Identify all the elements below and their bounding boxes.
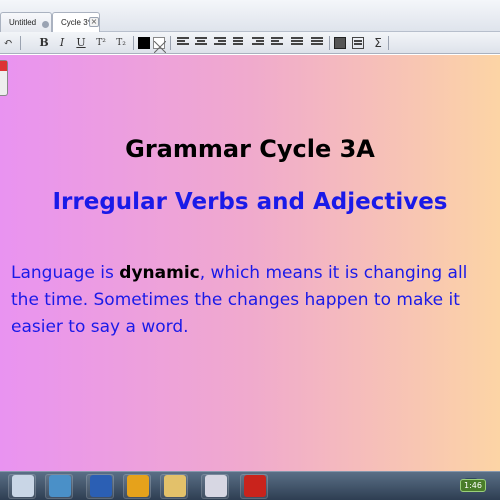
body-bold-word: dynamic	[119, 263, 200, 283]
align-left-icon[interactable]	[177, 37, 189, 49]
bullet-list-icon[interactable]	[311, 37, 323, 49]
numbered-list-icon[interactable]	[291, 37, 303, 49]
tab-untitled[interactable]: Untitled	[0, 12, 52, 32]
italic-button[interactable]: I	[54, 35, 70, 51]
slide-body-text: Language is dynamic, which means it is c…	[11, 260, 491, 341]
undo-icon[interactable]: ↶	[0, 35, 16, 51]
slide-side-tab[interactable]	[0, 60, 8, 96]
outdent-icon[interactable]	[271, 37, 283, 49]
body-text-start: Language is	[11, 263, 120, 283]
align-right-icon[interactable]	[214, 37, 226, 49]
close-icon[interactable]: ×	[89, 17, 99, 27]
app-icon	[49, 475, 71, 497]
toolbar-divider	[20, 36, 21, 50]
align-center-icon[interactable]	[195, 37, 207, 49]
slide-canvas[interactable]: Grammar Cycle 3A Irregular Verbs and Adj…	[0, 55, 500, 471]
subscript-button[interactable]: T₂	[113, 35, 129, 51]
slide-title: Grammar Cycle 3A	[125, 135, 375, 163]
line-spacing-icon[interactable]	[233, 37, 245, 49]
tab-bar: Untitled Cycle 3* ×	[0, 0, 500, 32]
app-icon	[12, 475, 34, 497]
tab-cycle-3[interactable]: Cycle 3* ×	[52, 12, 100, 32]
taskbar: 1:46	[0, 471, 500, 500]
superscript-button[interactable]: T²	[93, 35, 109, 51]
bold-button[interactable]: B	[36, 35, 52, 51]
app-icon	[205, 475, 227, 497]
tab-label: Untitled	[9, 18, 37, 27]
toolbar-divider	[133, 36, 134, 50]
highlight-none-icon[interactable]	[153, 37, 167, 54]
indent-icon[interactable]	[252, 37, 264, 49]
insert-box-icon[interactable]	[352, 37, 364, 49]
insert-table-icon[interactable]	[334, 37, 346, 49]
word-icon	[90, 475, 112, 497]
underline-button[interactable]: U	[73, 35, 89, 51]
sum-button[interactable]: Σ	[370, 35, 386, 51]
font-color-swatch[interactable]	[138, 37, 150, 49]
folder-icon	[164, 475, 186, 497]
outlook-icon	[127, 475, 149, 497]
slide-side-tab-marker	[0, 61, 7, 71]
tab-label: Cycle 3*	[61, 18, 91, 27]
pdf-icon	[244, 475, 266, 497]
toolbar-divider	[329, 36, 330, 50]
slide-subtitle: Irregular Verbs and Adjectives	[52, 189, 448, 215]
pin-icon[interactable]	[42, 21, 49, 28]
toolbar-divider	[170, 36, 171, 50]
formatting-toolbar: ↶ B I U T² T₂ Σ	[0, 32, 500, 54]
toolbar-divider	[388, 36, 389, 50]
clock: 1:46	[460, 479, 486, 492]
